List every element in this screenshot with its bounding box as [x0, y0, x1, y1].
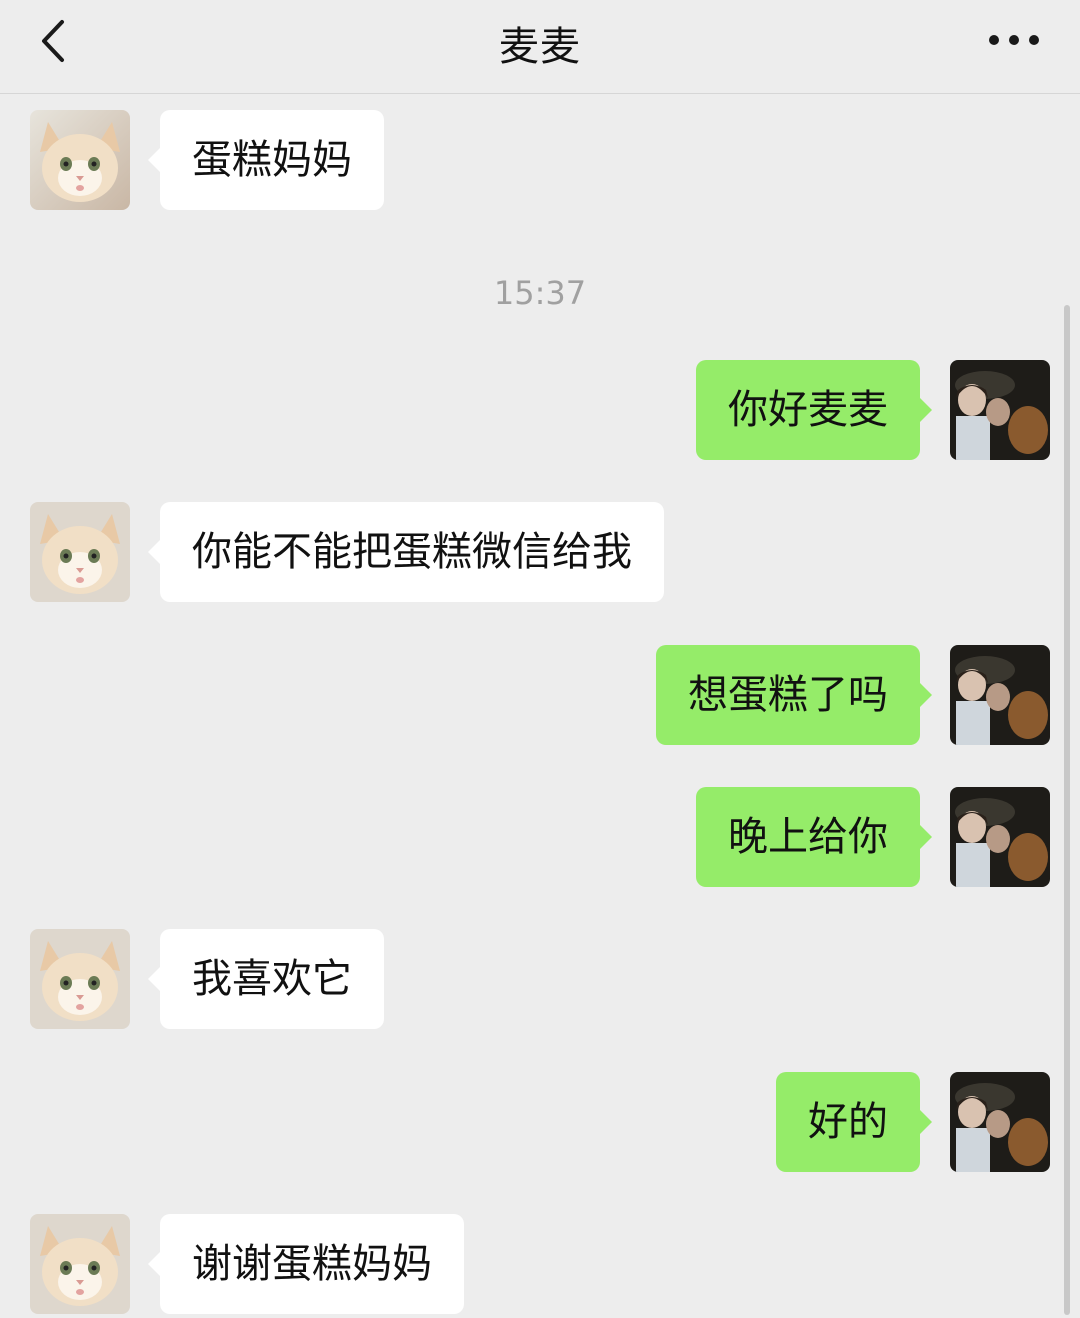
girl-avatar-image: [950, 645, 1050, 745]
cat-avatar[interactable]: [30, 502, 130, 602]
cat-avatar-image: [30, 929, 130, 1029]
chat-title: 麦麦: [499, 24, 581, 70]
cat-avatar-image: [30, 502, 130, 602]
girl-avatar[interactable]: [950, 360, 1050, 460]
girl-avatar[interactable]: [950, 645, 1050, 745]
more-dots-icon: [989, 35, 1039, 45]
girl-avatar-image: [950, 360, 1050, 460]
incoming-message-bubble[interactable]: 谢谢蛋糕妈妈: [148, 1214, 464, 1314]
chat-header: 麦麦: [0, 0, 1080, 94]
girl-avatar-image: [950, 787, 1050, 887]
incoming-message-bubble[interactable]: 蛋糕妈妈: [148, 110, 384, 210]
message-timestamp: 15:37: [493, 274, 587, 312]
message-row: 晚上给你: [0, 787, 1080, 887]
outgoing-message-bubble[interactable]: 晚上给你: [696, 787, 932, 887]
cat-avatar[interactable]: [30, 1214, 130, 1314]
cat-avatar[interactable]: [30, 110, 130, 210]
message-row: 我喜欢它: [0, 929, 1080, 1029]
outgoing-message-bubble[interactable]: 你好麦麦: [696, 360, 932, 460]
girl-avatar-image: [950, 1072, 1050, 1172]
cat-avatar[interactable]: [30, 929, 130, 1029]
message-row: 蛋糕妈妈: [0, 110, 1080, 210]
more-button[interactable]: [984, 20, 1044, 60]
outgoing-message-bubble[interactable]: 好的: [776, 1072, 932, 1172]
outgoing-message-bubble[interactable]: 想蛋糕了吗: [656, 645, 932, 745]
scrollbar[interactable]: [1064, 305, 1070, 1315]
incoming-message-bubble[interactable]: 你能不能把蛋糕微信给我: [148, 502, 664, 602]
girl-avatar[interactable]: [950, 787, 1050, 887]
message-row: 谢谢蛋糕妈妈: [0, 1214, 1080, 1314]
cat-avatar-image: [30, 1214, 130, 1314]
message-row: 你能不能把蛋糕微信给我: [0, 502, 1080, 602]
message-row: 你好麦麦: [0, 360, 1080, 460]
cat-avatar-image: [30, 110, 130, 210]
message-list[interactable]: 蛋糕妈妈 15:37 你好麦麦 你能不能把蛋糕微信给我 想蛋糕了吗 晚上给你 我…: [0, 94, 1080, 1318]
girl-avatar[interactable]: [950, 1072, 1050, 1172]
incoming-message-bubble[interactable]: 我喜欢它: [148, 929, 384, 1029]
chat-window: 麦麦 蛋糕妈妈 15:37 你好麦麦 你能不能把蛋糕微信给我 想蛋糕了吗 晚上给…: [0, 0, 1080, 1318]
message-row: 想蛋糕了吗: [0, 645, 1080, 745]
message-row: 好的: [0, 1072, 1080, 1172]
